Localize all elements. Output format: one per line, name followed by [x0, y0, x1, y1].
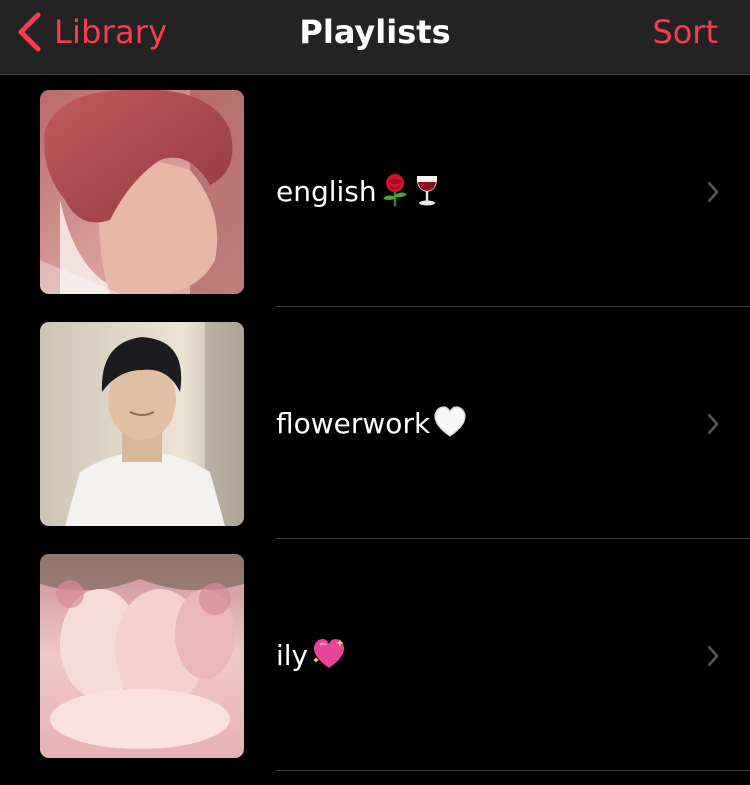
- navigation-bar: Library Playlists Sort: [0, 0, 750, 75]
- back-button-label: Library: [54, 13, 168, 51]
- playlist-list: english flowerwork ily: [0, 75, 750, 771]
- playlist-row-flowerwork[interactable]: flowerwork: [0, 307, 750, 539]
- chevron-right-icon: [707, 413, 719, 435]
- playlist-name: ily: [276, 637, 348, 680]
- wine-glass-emoji-icon: [413, 173, 441, 216]
- chevron-right-icon: [707, 645, 719, 667]
- chevron-right-icon: [707, 181, 719, 203]
- sparkling-heart-emoji-icon: [310, 637, 348, 680]
- back-button[interactable]: Library: [16, 10, 167, 54]
- playlist-name-text: ily: [276, 639, 309, 672]
- rose-emoji-icon: [379, 173, 411, 216]
- white-heart-emoji-icon: [432, 405, 468, 448]
- playlist-artwork-flowerwork: [40, 322, 244, 526]
- playlist-name-text: flowerwork: [276, 407, 431, 440]
- playlist-name: flowerwork: [276, 405, 468, 448]
- playlist-name: english: [276, 173, 441, 216]
- playlist-row-english[interactable]: english: [0, 75, 750, 307]
- row-separator: [276, 770, 750, 771]
- playlist-artwork-ily: [40, 554, 244, 758]
- sort-button[interactable]: Sort: [652, 10, 718, 54]
- playlist-row-ily[interactable]: ily: [0, 539, 750, 771]
- chevron-left-icon: [18, 12, 41, 52]
- playlist-artwork-english: [40, 90, 244, 294]
- playlist-name-text: english: [276, 175, 377, 208]
